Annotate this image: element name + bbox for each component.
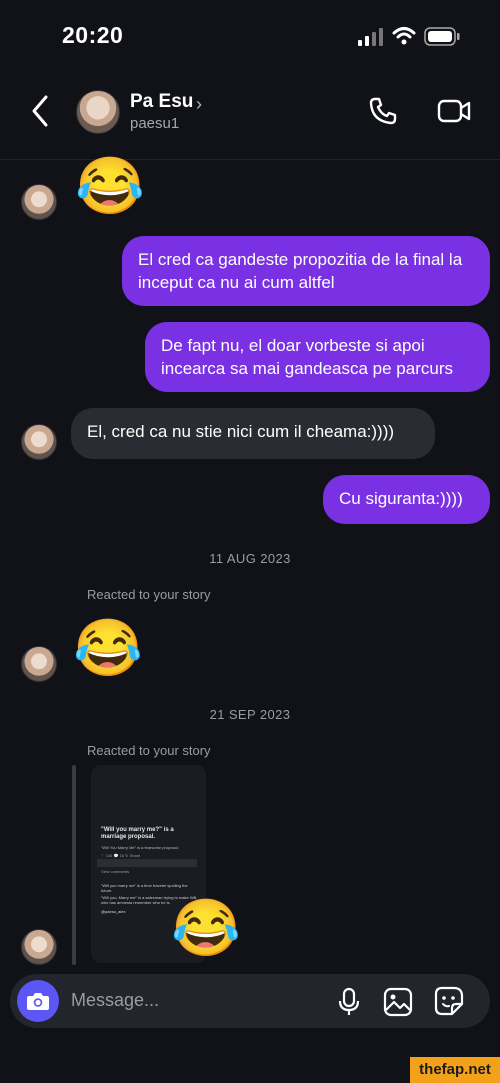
message-composer: Message... (10, 974, 490, 1028)
message-input[interactable]: Message... (71, 990, 159, 1011)
status-bar: 20:20 (0, 0, 500, 75)
gallery-icon[interactable] (383, 987, 413, 1017)
back-icon[interactable] (26, 93, 56, 129)
emoji-message[interactable]: 😂 (73, 620, 143, 676)
story-comments-bar (97, 859, 197, 867)
emoji-message[interactable]: 😂 (75, 158, 145, 214)
contact-avatar[interactable] (76, 90, 120, 134)
video-icon[interactable] (437, 97, 471, 125)
camera-icon (27, 993, 49, 1010)
chat-header: Pa Esu › paesu1 (0, 75, 500, 160)
incoming-message[interactable]: El, cred ca nu stie nici cum il cheama:)… (71, 408, 435, 459)
story-stats: ♡ 146 💬 16 ↻ Share (101, 853, 141, 858)
date-separator: 21 SEP 2023 (209, 707, 291, 722)
camera-button[interactable] (17, 980, 59, 1022)
story-line: "Will you marry me" is a time traveler s… (101, 883, 188, 893)
date-separator: 11 AUG 2023 (209, 551, 291, 566)
story-comments: View comments (101, 869, 130, 874)
story-reaction-label: Reacted to your story (87, 587, 211, 602)
story-reply-bar (72, 765, 76, 965)
story-line: "Will You Marry Me" is a fearsome propos… (101, 845, 179, 850)
sticker-icon[interactable] (434, 986, 464, 1016)
story-reaction-label: Reacted to your story (87, 743, 211, 758)
outgoing-message[interactable]: El cred ca gandeste propozitia de la fin… (122, 236, 490, 306)
story-title: "Will you marry me?" is a marriage propo… (101, 827, 174, 840)
emoji-reaction: 😂 (171, 896, 241, 959)
mic-icon[interactable] (337, 987, 361, 1017)
phone-icon[interactable] (368, 96, 398, 126)
status-time: 20:20 (62, 22, 124, 48)
outgoing-message[interactable]: De fapt nu, el doar vorbeste si apoi inc… (145, 322, 490, 392)
sender-avatar[interactable] (21, 646, 57, 682)
sender-avatar[interactable] (21, 424, 57, 460)
outgoing-message[interactable]: Cu siguranta:)))) (323, 475, 490, 524)
signal-icon (358, 28, 383, 46)
wifi-icon (392, 27, 416, 45)
watermark: thefap.net (410, 1057, 500, 1083)
chevron-right-icon[interactable]: › (196, 94, 202, 115)
contact-name[interactable]: Pa Esu (130, 91, 193, 113)
battery-icon (424, 27, 460, 46)
sender-avatar[interactable] (21, 184, 57, 220)
contact-username: paesu1 (130, 115, 180, 132)
sender-avatar[interactable] (21, 929, 57, 965)
